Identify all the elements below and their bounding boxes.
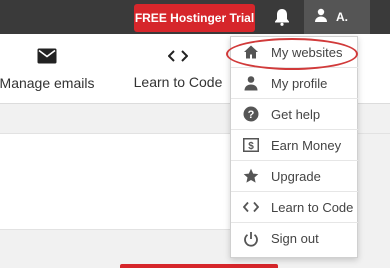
menu-item-upgrade[interactable]: Upgrade xyxy=(231,161,358,192)
action-button-partial[interactable] xyxy=(120,264,278,268)
nav-manage-emails[interactable]: Manage emails xyxy=(0,34,95,104)
user-name: A. xyxy=(336,10,348,24)
svg-text:$: $ xyxy=(248,141,254,152)
menu-item-label: My profile xyxy=(271,75,328,91)
nav-label: Learn to Code xyxy=(133,73,223,90)
highlight-oval-annotation xyxy=(226,38,358,70)
menu-item-label: Upgrade xyxy=(271,168,321,184)
nav-label: Manage emails xyxy=(0,74,95,91)
menu-item-my-profile[interactable]: My profile xyxy=(231,68,358,99)
top-bar: FREE Hostinger Trial A. xyxy=(0,0,390,34)
nav-learn-to-code[interactable]: Learn to Code xyxy=(134,34,222,104)
menu-item-label: Get help xyxy=(271,106,321,122)
menu-item-learn-to-code[interactable]: Learn to Code xyxy=(231,192,358,223)
star-icon xyxy=(243,168,259,184)
user-avatar-icon xyxy=(314,8,328,27)
code-icon xyxy=(243,199,259,215)
menu-item-label: Sign out xyxy=(271,231,319,246)
menu-item-label: Earn Money xyxy=(271,137,342,153)
free-trial-button[interactable]: FREE Hostinger Trial xyxy=(134,4,255,32)
menu-item-earn-money[interactable]: $ Earn Money xyxy=(231,130,358,161)
menu-item-get-help[interactable]: ? Get help xyxy=(231,99,358,130)
person-icon xyxy=(243,75,259,91)
help-icon: ? xyxy=(243,106,259,122)
svg-text:?: ? xyxy=(248,109,255,121)
code-icon xyxy=(167,49,189,68)
user-menu-toggle[interactable]: A. xyxy=(304,0,370,34)
money-icon: $ xyxy=(243,137,259,153)
menu-item-label: Learn to Code xyxy=(271,199,354,215)
power-icon xyxy=(243,231,259,247)
notifications-bell-icon[interactable] xyxy=(272,6,292,28)
envelope-icon xyxy=(37,48,57,69)
menu-item-sign-out[interactable]: Sign out xyxy=(231,223,358,254)
